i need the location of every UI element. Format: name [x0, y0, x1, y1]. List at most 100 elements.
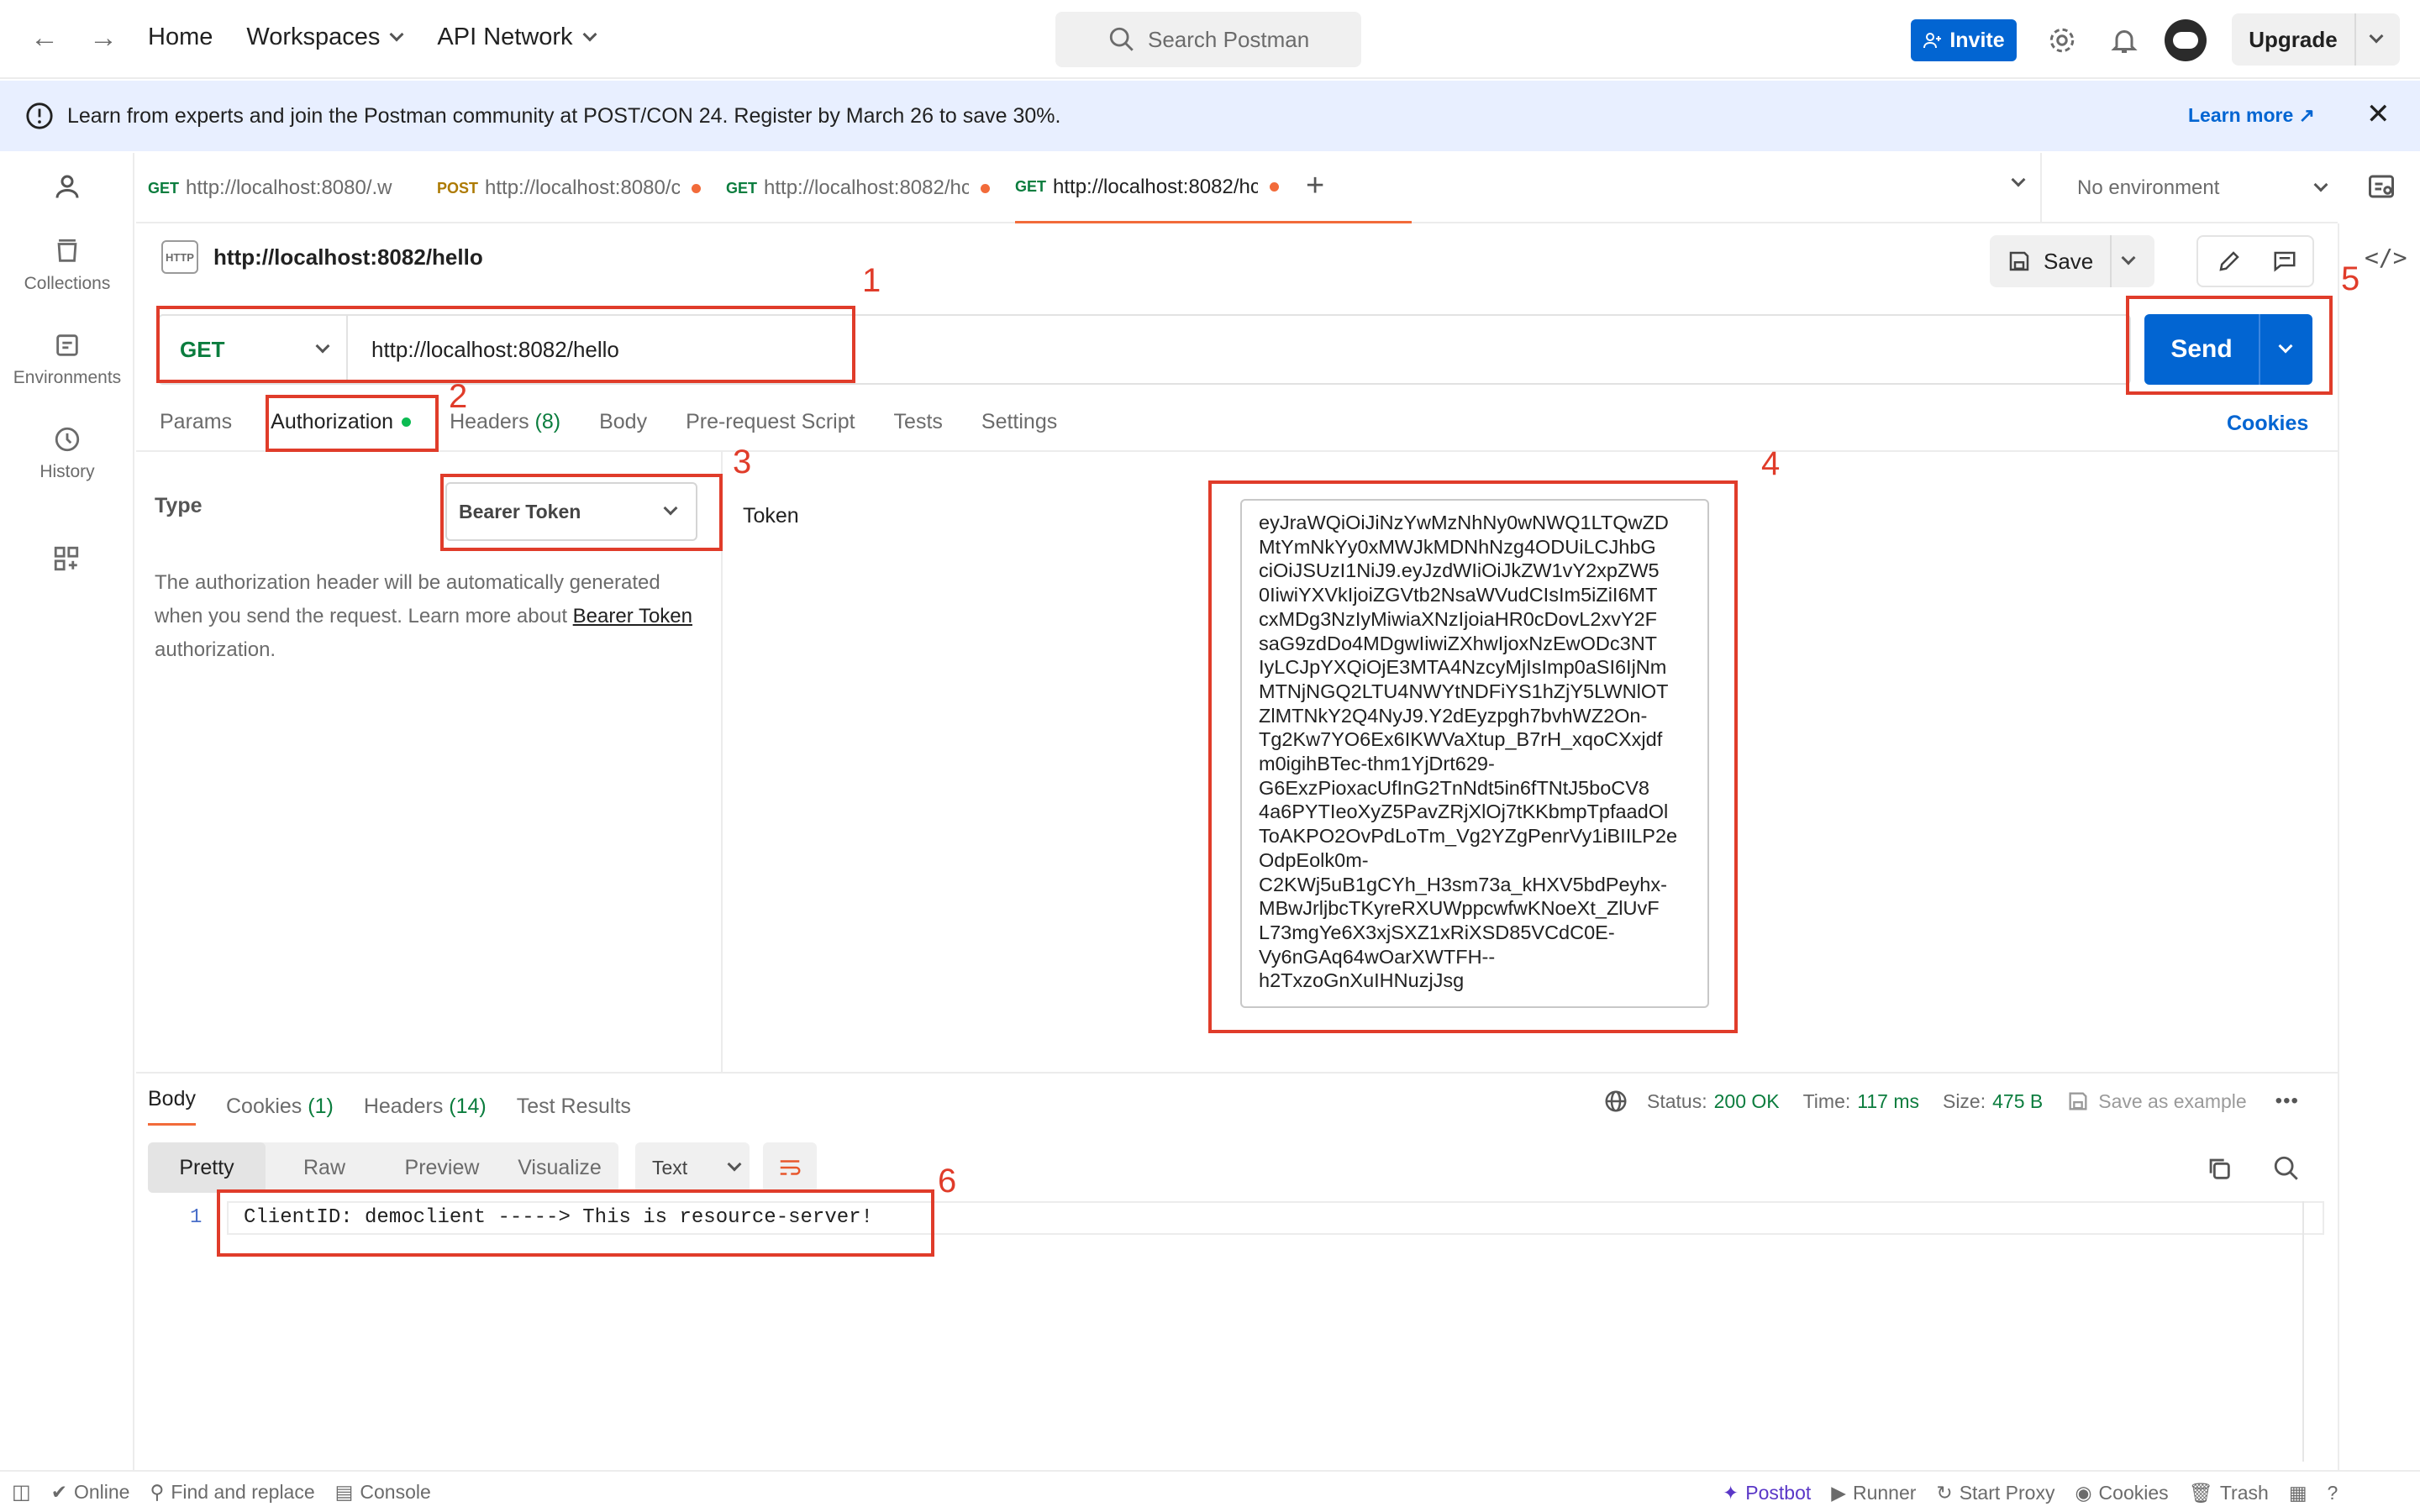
auth-panel-divider	[723, 450, 2338, 452]
bearer-token-link[interactable]: Bearer Token	[573, 605, 692, 627]
sidebar-item-environments[interactable]: Environments	[0, 331, 134, 388]
toggle-sidebar-icon[interactable]: ◫	[12, 1480, 31, 1504]
banner-text: Learn from experts and join the Postman …	[67, 103, 1061, 128]
arrow-right-icon[interactable]: →	[89, 22, 118, 55]
sidebar-item-label: History	[39, 462, 95, 481]
close-icon[interactable]: ✕	[2366, 97, 2391, 131]
annotation-box-4	[1208, 480, 1738, 1033]
upgrade-button[interactable]: Upgrade	[2232, 13, 2400, 66]
http-badge-icon: HTTP	[161, 240, 198, 274]
save-as-example-button[interactable]: Save as example	[2098, 1090, 2246, 1113]
environment-select[interactable]: No environment	[2040, 153, 2328, 223]
wrap-lines-icon	[780, 1160, 801, 1175]
online-label: Online	[73, 1480, 130, 1503]
postbot-button[interactable]: ✦ Postbot	[1723, 1482, 1811, 1504]
tab-tests[interactable]: Tests	[894, 410, 943, 434]
view-raw[interactable]: Raw	[266, 1156, 383, 1180]
learn-more-link[interactable]: Learn more ↗	[2188, 104, 2315, 127]
sidebar-item-collections[interactable]: Collections	[0, 237, 134, 294]
tab-params[interactable]: Params	[160, 410, 232, 434]
help-icon[interactable]: ?	[2328, 1482, 2338, 1504]
console-icon: ▤	[334, 1480, 354, 1503]
avatar[interactable]	[2165, 19, 2207, 61]
view-pretty[interactable]: Pretty	[148, 1142, 266, 1193]
request-tab[interactable]: POST http://localhost:8080/c	[437, 153, 706, 223]
annotation-box-5	[2126, 296, 2333, 395]
top-bar: ← → Home Workspaces API Network Search P…	[0, 0, 2420, 79]
invite-button[interactable]: Invite	[1911, 19, 2017, 61]
request-side-tools	[2196, 235, 2314, 287]
trash-button[interactable]: 🗑 Trash	[2189, 1482, 2269, 1504]
tab-prerequest-script[interactable]: Pre-request Script	[686, 410, 855, 434]
arrow-left-icon[interactable]: ←	[30, 22, 59, 55]
request-tab-active[interactable]: GET http://localhost:8082/hc	[1015, 153, 1412, 223]
line-number: 1	[190, 1206, 203, 1229]
chevron-down-icon[interactable]	[2369, 29, 2384, 44]
headers-count: (8)	[534, 409, 561, 433]
response-tab-headers-label: Headers	[363, 1094, 444, 1118]
bell-icon[interactable]	[2109, 25, 2139, 55]
cookies-link[interactable]: Cookies	[2227, 412, 2308, 436]
annotation-number-1: 1	[862, 262, 881, 299]
response-tab-cookies[interactable]: Cookies (1)	[226, 1095, 334, 1119]
response-tab-test-results[interactable]: Test Results	[517, 1095, 631, 1119]
history-icon	[55, 427, 80, 452]
gear-icon[interactable]	[2047, 25, 2077, 55]
response-format-value: Text	[652, 1156, 688, 1179]
search-icon[interactable]	[2272, 1154, 2301, 1183]
response-scrollbar[interactable]	[2302, 1201, 2304, 1462]
find-replace-button[interactable]: ⚲ Find and replace	[150, 1481, 314, 1504]
nav-workspaces[interactable]: Workspaces	[246, 24, 404, 51]
view-visualize[interactable]: Visualize	[501, 1156, 618, 1180]
more-options-icon[interactable]: •••	[2275, 1089, 2299, 1113]
add-user-icon	[1923, 33, 1942, 49]
view-preview[interactable]: Preview	[383, 1156, 501, 1180]
cookies-button[interactable]: ◉ Cookies	[2075, 1482, 2168, 1504]
chevron-down-icon	[2313, 177, 2328, 192]
collections-icon	[57, 239, 77, 262]
right-rail	[2338, 223, 2420, 1470]
copy-icon[interactable]	[2205, 1154, 2233, 1183]
search-input[interactable]: Search Postman	[1055, 12, 1361, 67]
status-bar: ◫ ✔ Online ⚲ Find and replace ▤ Console ✦ Po…	[0, 1470, 2420, 1512]
response-tab-body[interactable]: Body	[148, 1087, 196, 1126]
wrap-lines-button[interactable]	[763, 1142, 817, 1193]
online-status[interactable]: ✔ Online	[51, 1481, 130, 1504]
new-tab-plus-icon[interactable]: +	[1306, 168, 1324, 204]
cookies-label: Cookies	[2098, 1482, 2169, 1504]
nav-home[interactable]: Home	[148, 24, 213, 51]
check-circle-icon: ✔	[50, 1480, 67, 1503]
nav-api-network[interactable]: API Network	[437, 24, 597, 51]
start-proxy-button[interactable]: ↻ Start Proxy	[1936, 1482, 2054, 1504]
save-divider	[2110, 235, 2112, 287]
response-cookies-count: (1)	[308, 1094, 334, 1118]
runner-label: Runner	[1852, 1482, 1917, 1504]
code-snippet-icon[interactable]: </>	[2365, 244, 2407, 271]
comment-icon[interactable]	[2272, 249, 2297, 274]
runner-button[interactable]: ▶ Runner	[1831, 1482, 1916, 1504]
tabs-overflow-chevron-icon[interactable]	[2011, 172, 2026, 187]
annotation-number-2: 2	[449, 378, 468, 415]
tab-url: http://localhost:8080/.w	[186, 176, 392, 199]
tab-method: POST	[437, 179, 479, 197]
console-button[interactable]: ▤ Console	[335, 1481, 431, 1504]
auth-type-label: Type	[155, 494, 203, 517]
response-tab-headers[interactable]: Headers (14)	[364, 1095, 487, 1119]
chevron-down-icon	[389, 27, 404, 41]
request-tab[interactable]: GET http://localhost:8082/hc	[726, 153, 992, 223]
configure-sidebar-icon[interactable]	[52, 544, 81, 573]
chevron-down-icon[interactable]	[2121, 250, 2136, 265]
request-tab[interactable]: GET http://localhost:8080/.w	[148, 153, 415, 223]
sidebar-item-label: Collections	[24, 274, 111, 293]
user-icon[interactable]	[52, 171, 82, 202]
globe-icon[interactable]	[1603, 1089, 1628, 1114]
save-button[interactable]: Save	[1990, 235, 2154, 287]
layout-icon[interactable]: ▦	[2289, 1482, 2307, 1504]
tab-settings[interactable]: Settings	[981, 410, 1057, 434]
tab-body[interactable]: Body	[599, 410, 647, 434]
environment-quicklook-icon[interactable]	[2366, 171, 2396, 202]
pencil-icon[interactable]	[2217, 249, 2242, 274]
response-format-select[interactable]: Text	[635, 1142, 750, 1193]
sidebar-item-history[interactable]: History	[0, 425, 134, 482]
annotation-number-5: 5	[2341, 260, 2360, 297]
